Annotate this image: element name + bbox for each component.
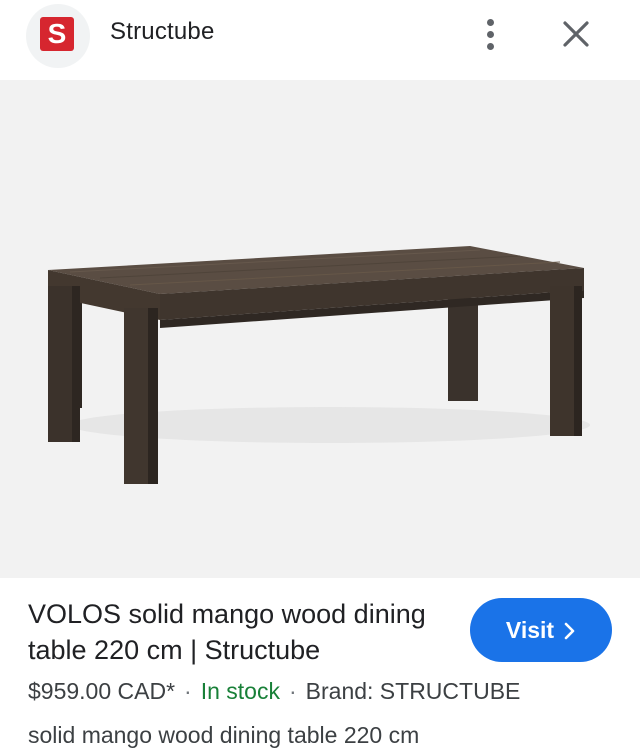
product-description: solid mango wood dining table 220 cm [28, 722, 420, 748]
close-icon [563, 21, 589, 47]
visit-label: Visit [505, 616, 555, 643]
product-brand: Brand: STRUCTUBE [305, 678, 521, 704]
product-title[interactable]: VOLOS solid mango wood dining table 220 … [28, 596, 458, 668]
product-info: VOLOS solid mango wood dining table 220 … [0, 578, 640, 748]
product-image[interactable] [0, 80, 640, 578]
stock-status: In stock [200, 678, 280, 704]
site-logo: S [40, 17, 74, 51]
site-name[interactable]: Structube [110, 18, 215, 46]
separator-dot: · [184, 678, 192, 704]
more-options-button[interactable] [474, 12, 506, 56]
more-vert-icon-dot [486, 30, 494, 38]
visit-button[interactable]: Visit [470, 598, 612, 662]
product-price: $959.00 CAD* [28, 678, 176, 704]
more-vert-icon-dot [486, 42, 494, 50]
close-button[interactable] [558, 14, 594, 54]
separator-dot: · [288, 678, 297, 704]
table-illustration [48, 246, 590, 484]
chevron-right-icon [564, 622, 575, 640]
product-meta: $959.00 CAD* · In stock · Brand: STRUCTUBE [28, 678, 520, 705]
top-bar: S Structube [0, 0, 640, 80]
more-vert-icon-dot [486, 18, 494, 26]
